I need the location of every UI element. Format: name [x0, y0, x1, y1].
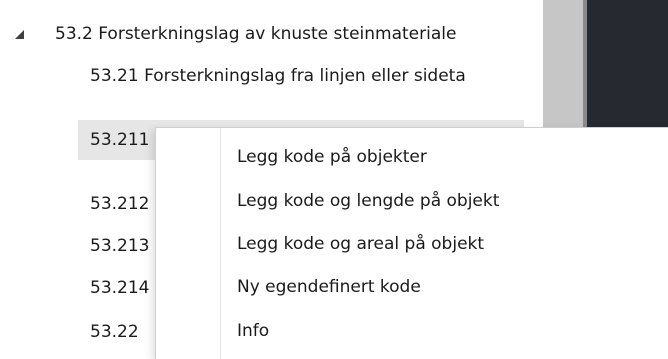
menu-item-label: Info — [237, 321, 270, 341]
menu-item-ny-egendefinert-kode[interactable]: Ny egendefinert kode — [156, 267, 668, 307]
context-menu: Legg kode på objekter Legg kode og lengd… — [155, 127, 668, 359]
menu-item-info[interactable]: Info — [156, 311, 668, 351]
tree-node-label: 53.21 Forsterkningslag fra linjen eller … — [90, 66, 466, 86]
tree-node-label: 53.214 — [90, 278, 150, 298]
tree-node-label: 53.211 — [90, 130, 150, 150]
tree-node-label: 53.2 Forsterkningslag av knuste steinmat… — [55, 24, 457, 44]
menu-item-label: Legg kode og lengde på objekt — [237, 191, 500, 211]
menu-item-legg-kode-og-lengde[interactable]: Legg kode og lengde på objekt — [156, 181, 668, 221]
scrollbar-thumb[interactable] — [543, 0, 583, 128]
tree-node-label: 53.22 — [90, 322, 139, 342]
expand-collapse-icon[interactable] — [11, 14, 29, 54]
menu-item-legg-kode-pa-objekter[interactable]: Legg kode på objekter — [156, 137, 668, 177]
menu-item-label: Ny egendefinert kode — [237, 277, 421, 297]
tree-node-label: 53.213 — [90, 236, 150, 256]
menu-item-label: Legg kode og areal på objekt — [237, 234, 485, 254]
tree-node-label: 53.212 — [90, 194, 150, 214]
menu-item-legg-kode-og-areal[interactable]: Legg kode og areal på objekt — [156, 224, 668, 264]
menu-item-label: Legg kode på objekter — [237, 147, 427, 167]
